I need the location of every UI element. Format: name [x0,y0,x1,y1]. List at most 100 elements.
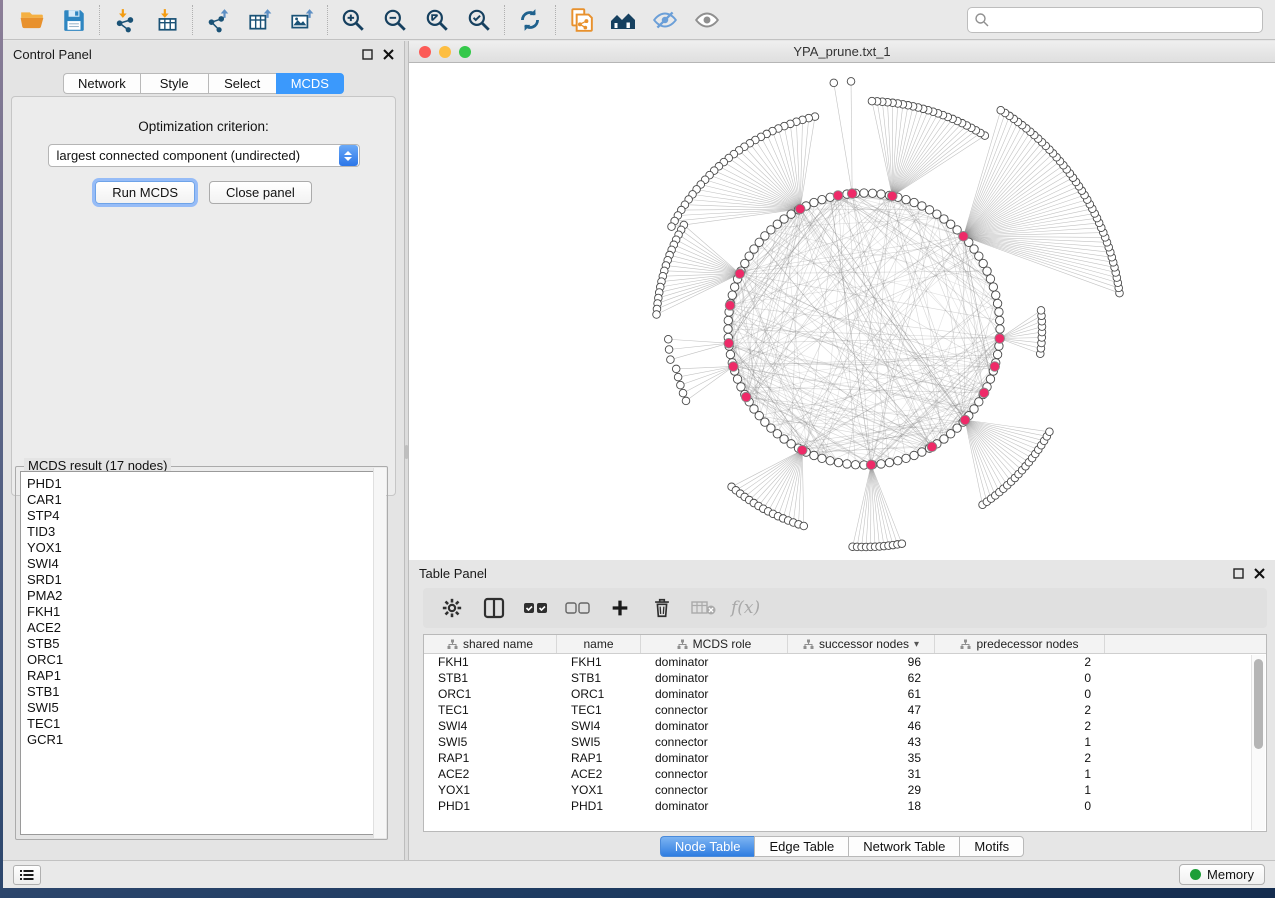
select-all-icon[interactable] [517,593,555,623]
tab-mcds[interactable]: MCDS [276,73,344,94]
network-window-title: YPA_prune.txt_1 [409,44,1275,59]
delete-icon[interactable] [643,593,681,623]
mcds-result-list[interactable]: PHD1CAR1STP4TID3YOX1SWI4SRD1PMA2FKH1ACE2… [20,471,383,835]
cell-name: SWI5 [557,735,641,749]
column-header-predecessor-nodes[interactable]: predecessor nodes [935,635,1105,653]
mcds-result-item[interactable]: CAR1 [27,492,382,508]
mcds-result-item[interactable]: PHD1 [27,476,382,492]
mcds-result-item[interactable]: TID3 [27,524,382,540]
node-table[interactable]: shared name name MCDS role successor nod… [423,634,1267,832]
task-history-button[interactable] [13,865,41,885]
cell-successor-nodes: 46 [788,719,935,733]
copy-network-icon[interactable] [560,4,602,36]
tab-select[interactable]: Select [208,73,276,94]
column-header-name[interactable]: name [557,635,641,653]
table-row[interactable]: RAP1 RAP1 dominator 35 2 [424,750,1266,766]
cell-name: YOX1 [557,783,641,797]
cell-predecessor-nodes: 1 [935,735,1105,749]
zoom-fit-icon[interactable] [416,4,458,36]
splitter-grip[interactable] [405,445,408,459]
mcds-result-item[interactable]: SWI5 [27,700,382,716]
network-node [960,415,970,425]
table-row[interactable]: SWI5 SWI5 connector 43 1 [424,734,1266,750]
criterion-select[interactable]: largest connected component (undirected) [48,144,360,167]
close-panel-icon[interactable] [383,49,394,60]
open-session-icon[interactable] [11,4,53,36]
table-row[interactable]: ACE2 ACE2 connector 31 1 [424,766,1266,782]
network-graph[interactable] [409,63,1275,560]
tab-node-table[interactable]: Node Table [660,836,755,857]
memory-button[interactable]: Memory [1179,864,1265,885]
table-row[interactable]: ORC1 ORC1 dominator 61 0 [424,686,1266,702]
network-node [730,283,738,291]
float-panel-icon[interactable] [1233,568,1244,579]
sort-descending-icon[interactable]: ▾ [914,639,919,650]
mcds-result-item[interactable]: STB5 [27,636,382,652]
hide-selected-icon[interactable] [644,4,686,36]
show-all-icon[interactable] [686,4,728,36]
network-node [902,454,910,462]
add-icon[interactable] [601,593,639,623]
table-row[interactable]: FKH1 FKH1 dominator 96 2 [424,654,1266,670]
mcds-result-item[interactable]: ACE2 [27,620,382,636]
network-node [860,189,868,197]
import-network-icon[interactable] [104,4,146,36]
network-node [735,269,745,279]
mcds-result-item[interactable]: YOX1 [27,540,382,556]
mcds-result-item[interactable]: FKH1 [27,604,382,620]
tab-style[interactable]: Style [140,73,208,94]
zoom-out-icon[interactable] [374,4,416,36]
export-image-icon[interactable] [281,4,323,36]
first-neighbors-icon[interactable] [602,4,644,36]
mcds-result-item[interactable]: PMA2 [27,588,382,604]
column-header-mcds-role[interactable]: MCDS role [641,635,788,653]
table-row[interactable]: YOX1 YOX1 connector 29 1 [424,782,1266,798]
mcds-result-item[interactable]: SWI4 [27,556,382,572]
column-header-shared-name[interactable]: shared name [424,635,557,653]
column-header-successor-nodes[interactable]: successor nodes ▾ [788,635,935,653]
columns-icon[interactable] [475,593,513,623]
mcds-result-item[interactable]: STB1 [27,684,382,700]
table-panel: Table Panel [409,560,1275,860]
table-row[interactable]: SWI4 SWI4 dominator 46 2 [424,718,1266,734]
network-canvas[interactable] [409,63,1275,560]
tab-network[interactable]: Network [63,73,140,94]
cell-successor-nodes: 18 [788,799,935,813]
run-mcds-button[interactable]: Run MCDS [95,181,195,204]
result-list-scrollbar[interactable] [373,468,386,838]
table-scrollbar-thumb[interactable] [1254,659,1263,749]
tab-edge-table[interactable]: Edge Table [754,836,848,857]
import-table-icon[interactable] [146,4,188,36]
close-panel-button[interactable]: Close panel [209,181,312,204]
network-node [830,79,838,87]
deselect-all-icon[interactable] [559,593,597,623]
node-table-body[interactable]: FKH1 FKH1 dominator 96 2 STB1 STB1 domin… [424,654,1266,814]
table-scrollbar[interactable] [1251,655,1265,830]
network-node [672,365,680,373]
search-input[interactable] [967,7,1263,33]
refresh-icon[interactable] [509,4,551,36]
table-row[interactable]: STB1 STB1 dominator 62 0 [424,670,1266,686]
table-row[interactable]: PHD1 PHD1 dominator 18 0 [424,798,1266,814]
mcds-result-item[interactable]: TEC1 [27,716,382,732]
gear-icon[interactable] [433,593,471,623]
zoom-in-icon[interactable] [332,4,374,36]
tab-motifs[interactable]: Motifs [959,836,1024,857]
network-node [983,267,991,275]
mcds-result-item[interactable]: GCR1 [27,732,382,748]
zoom-selected-icon[interactable] [458,4,500,36]
export-table-icon[interactable] [239,4,281,36]
status-bar: Memory [3,860,1275,888]
float-panel-icon[interactable] [362,49,373,60]
mcds-result-item[interactable]: RAP1 [27,668,382,684]
save-session-icon[interactable] [53,4,95,36]
tab-network-table[interactable]: Network Table [848,836,959,857]
table-row[interactable]: TEC1 TEC1 connector 47 2 [424,702,1266,718]
mcds-result-item[interactable]: ORC1 [27,652,382,668]
network-node [1037,307,1045,315]
mcds-result-item[interactable]: STP4 [27,508,382,524]
close-panel-icon[interactable] [1254,568,1265,579]
mcds-result-item[interactable]: SRD1 [27,572,382,588]
export-network-icon[interactable] [197,4,239,36]
cell-predecessor-nodes: 1 [935,783,1105,797]
